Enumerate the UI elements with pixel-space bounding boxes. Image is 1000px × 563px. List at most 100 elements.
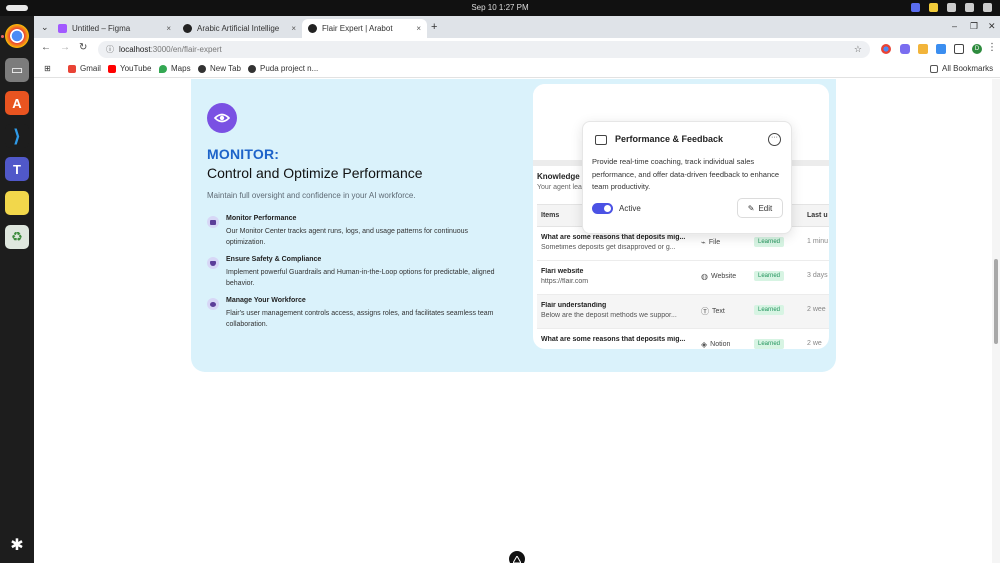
close-window-icon[interactable]: ✕ <box>988 21 996 32</box>
monitor-icon <box>207 216 219 228</box>
row-title: What are some reasons that deposits mig.… <box>541 336 686 343</box>
row-type: Ⓣ Text <box>701 306 725 317</box>
files-icon[interactable]: ▭ <box>5 58 29 82</box>
dock: ▭ A ⟩ T ♻ ✱ <box>0 16 34 563</box>
menu-kebab-icon[interactable]: ⋮ <box>987 42 997 53</box>
row-type-label: File <box>708 239 721 246</box>
edit-icon: ✎ <box>747 203 755 213</box>
section-heading: Control and Optimize Performance <box>207 165 423 181</box>
row-type: ◈ Notion <box>701 340 730 349</box>
network-icon[interactable] <box>947 3 956 12</box>
puda-icon <box>248 64 256 73</box>
browser-toolbar: ← → ↻ ⓘ localhost:3000/en/flair-expert ☆… <box>34 38 1000 60</box>
back-icon[interactable]: ← <box>41 42 51 53</box>
edit-button[interactable]: ✎ Edit <box>737 198 783 218</box>
bookmark-label: Gmail <box>80 64 101 73</box>
close-icon[interactable]: × <box>416 24 421 33</box>
table-row[interactable]: Flair understanding Below are the deposi… <box>537 295 829 329</box>
row-subtitle: Below are the deposit methods we suppor.… <box>541 312 677 319</box>
tab-strip: ⌄ Untitled – Figma × Arabic Artificial I… <box>34 16 1000 38</box>
extension-icon[interactable] <box>918 44 928 54</box>
youtube-icon <box>108 64 116 73</box>
apps-grid-icon[interactable]: ⊞ <box>44 64 51 73</box>
address-bar[interactable]: ⓘ localhost:3000/en/flair-expert ☆ <box>98 41 870 58</box>
maximize-icon[interactable]: ❐ <box>970 21 978 32</box>
chrome-icon[interactable] <box>5 24 29 48</box>
row-date: 3 days <box>807 272 828 279</box>
more-options-icon[interactable]: ··· <box>768 133 781 146</box>
row-title: Flair understanding <box>541 302 607 309</box>
bookmark-new-tab[interactable]: New Tab <box>198 64 241 73</box>
minimize-icon[interactable]: – <box>952 21 957 31</box>
app-store-icon[interactable]: A <box>5 91 29 115</box>
all-bookmarks[interactable]: All Bookmarks <box>930 64 993 73</box>
row-subtitle: Sometimes deposits get disapproved or g.… <box>541 244 676 251</box>
power-icon[interactable] <box>983 3 992 12</box>
section-subheading: Maintain full oversight and confidence i… <box>207 191 416 200</box>
chrome-extension-icon[interactable] <box>881 44 891 54</box>
forward-icon[interactable]: → <box>60 42 70 53</box>
bookmark-label: New Tab <box>210 64 241 73</box>
volume-icon[interactable] <box>965 3 974 12</box>
close-icon[interactable]: × <box>291 24 296 33</box>
url-path: :3000/en/flair-expert <box>150 45 222 54</box>
vscode-icon[interactable]: ⟩ <box>5 124 29 148</box>
column-last-updated: Last u <box>807 212 828 219</box>
status-badge: Learned <box>754 237 785 247</box>
users-icon <box>207 298 219 310</box>
edit-label: Edit <box>758 203 773 213</box>
teams-icon[interactable]: T <box>5 157 29 181</box>
feature-description: Flair's user management controls access,… <box>226 310 494 328</box>
bookmark-maps[interactable]: Maps <box>159 64 191 73</box>
row-type-label: Text <box>712 308 725 315</box>
row-type: ⌁ File <box>701 238 720 247</box>
reload-icon[interactable]: ↻ <box>79 42 87 53</box>
folder-icon <box>930 64 938 73</box>
bookmark-star-icon[interactable]: ☆ <box>854 44 862 55</box>
feature-description: Our Monitor Center tracks agent runs, lo… <box>226 228 469 246</box>
close-icon[interactable]: × <box>166 24 171 33</box>
clock[interactable]: Sep 10 1:27 PM <box>0 3 1000 12</box>
ubuntu-icon[interactable]: ✱ <box>5 533 29 557</box>
active-indicator <box>1 35 4 38</box>
arabot-icon <box>183 24 192 33</box>
notion-icon: ◈ <box>701 340 708 349</box>
feature-description: Implement powerful Guardrails and Human-… <box>226 269 495 287</box>
maps-icon <box>159 64 167 73</box>
notes-icon[interactable] <box>5 191 29 215</box>
active-toggle[interactable] <box>592 203 613 214</box>
row-date: 2 wee <box>807 306 826 313</box>
card-description: Provide real-time coaching, track indivi… <box>592 157 780 191</box>
extension-icon[interactable] <box>900 44 910 54</box>
product-mockup: Knowledge Your agent lea Items Last u Wh… <box>533 84 829 349</box>
vpn-icon[interactable] <box>911 3 920 12</box>
tab-flair-expert[interactable]: Flair Expert | Arabot × <box>302 19 427 38</box>
trash-icon[interactable]: ♻ <box>5 225 29 249</box>
row-title: What are some reasons that deposits mig.… <box>541 234 686 241</box>
tab-search-icon[interactable]: ⌄ <box>41 22 49 33</box>
bookmark-gmail[interactable]: Gmail <box>68 64 101 73</box>
status-badge: Learned <box>754 339 785 349</box>
nextjs-indicator-icon[interactable] <box>509 551 525 563</box>
profile-avatar[interactable]: D <box>972 44 982 54</box>
globe-icon: ◍ <box>701 272 708 281</box>
tab-arabic-ai[interactable]: Arabic Artificial Intellige × <box>177 19 302 38</box>
extension-icon[interactable] <box>936 44 946 54</box>
extensions-puzzle-icon[interactable] <box>954 44 964 54</box>
notes-tray-icon[interactable] <box>929 3 938 12</box>
scrollbar-thumb[interactable] <box>994 259 998 344</box>
bookmark-youtube[interactable]: YouTube <box>108 64 151 73</box>
new-tab-button[interactable]: + <box>431 21 437 33</box>
paperclip-icon: ⌁ <box>701 238 706 247</box>
row-subtitle: https://flair.com <box>541 278 589 285</box>
status-badge: Learned <box>754 305 785 315</box>
page-scrollbar[interactable] <box>992 79 1000 563</box>
table-row[interactable]: Flari website https://flair.com ◍ Website… <box>537 261 829 295</box>
page-viewport: MONITOR: Control and Optimize Performanc… <box>34 79 992 563</box>
site-info-icon[interactable]: ⓘ <box>106 44 114 55</box>
tab-figma[interactable]: Untitled – Figma × <box>52 19 177 38</box>
system-tray[interactable] <box>911 3 992 12</box>
bookmarks-bar: ⊞ Gmail YouTube Maps New Tab Puda projec… <box>34 60 1000 78</box>
table-row[interactable]: What are some reasons that deposits mig.… <box>537 329 829 349</box>
bookmark-puda[interactable]: Puda project n... <box>248 64 318 73</box>
